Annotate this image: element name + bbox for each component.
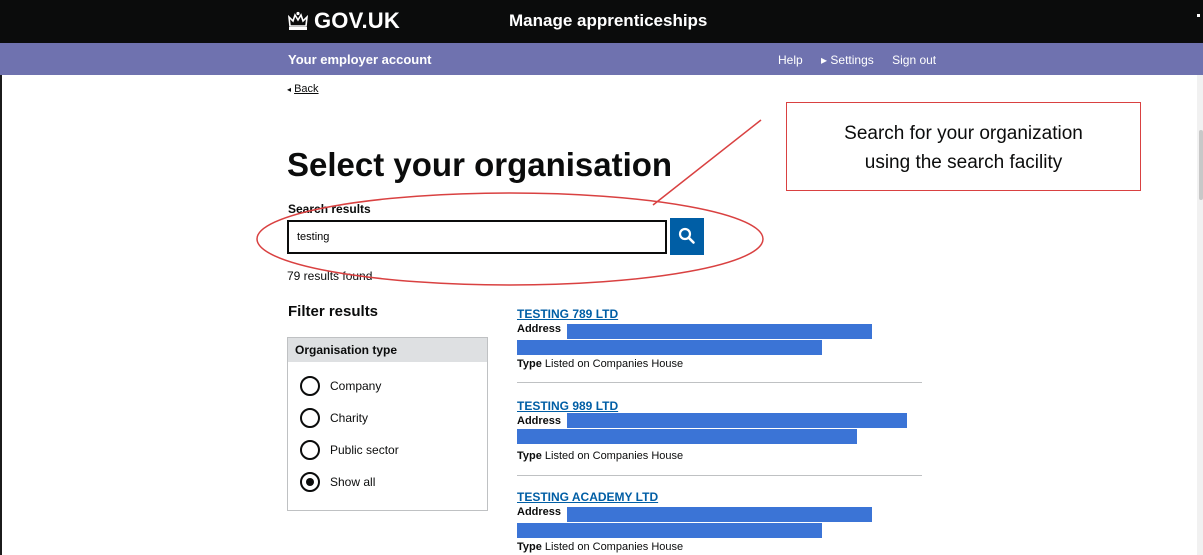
highlight-ellipse — [256, 192, 764, 286]
annotation-callout: Search for your organization using the s… — [786, 102, 1141, 191]
annotation-overlay — [256, 119, 764, 286]
callout-line-2: using the search facility — [864, 152, 1063, 173]
callout-pointer-line — [652, 119, 762, 206]
callout-line-1: Search for your organization — [844, 123, 1083, 144]
